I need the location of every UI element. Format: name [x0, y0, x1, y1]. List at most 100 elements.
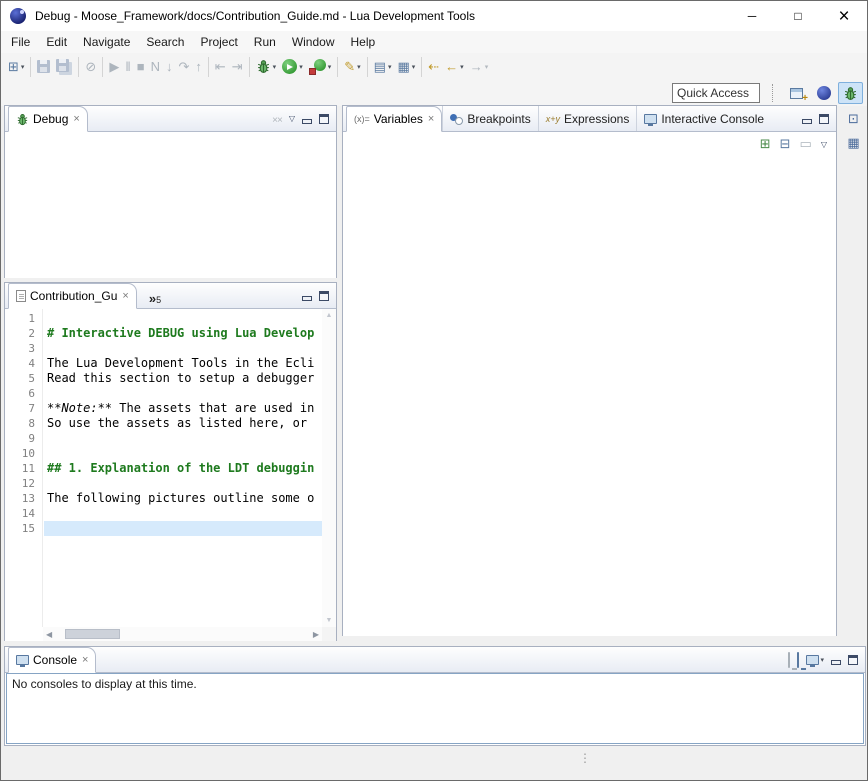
debug-perspective-icon	[843, 86, 858, 101]
step-over-button[interactable]: ↷	[175, 56, 192, 78]
menu-navigate[interactable]: Navigate	[75, 32, 138, 52]
code-line: # Interactive DEBUG using Lua Develop	[44, 326, 322, 341]
minimize-view-button[interactable]	[302, 291, 312, 301]
maximize-view-button[interactable]	[319, 114, 329, 124]
drop-to-frame-button[interactable]: ⇤	[212, 56, 229, 78]
terminate-button[interactable]: ■	[134, 56, 148, 78]
minimize-view-button[interactable]	[831, 655, 841, 665]
run-button[interactable]: ▾	[279, 56, 306, 78]
window-controls: ─ □ ×	[729, 1, 867, 31]
step-into-button[interactable]: ↓	[163, 56, 176, 78]
view-menu-icon[interactable]: ▽	[821, 140, 827, 149]
use-step-filters-button[interactable]: ⇥	[229, 56, 246, 78]
scroll-left-icon[interactable]: ◀	[46, 630, 52, 639]
maximize-view-button[interactable]	[319, 291, 329, 301]
open-element-button[interactable]: ▦▾	[394, 56, 418, 78]
debug-view-content[interactable]	[5, 132, 336, 278]
suspend-icon: ‖	[125, 60, 130, 73]
menu-window[interactable]: Window	[284, 32, 343, 52]
remove-all-terminated-button[interactable]: ××	[272, 112, 282, 126]
view-menu-icon[interactable]: ▽	[289, 114, 295, 123]
skip-all-breakpoints-button[interactable]: ⊘	[82, 56, 99, 78]
pin-view-button[interactable]: ▭	[800, 137, 812, 151]
external-tools-button[interactable]: ▾	[306, 56, 335, 78]
editor-horizontal-scrollbar[interactable]: ◀ ▶	[43, 627, 322, 641]
editor-tab-overflow[interactable]: » 5	[137, 292, 167, 308]
menu-run[interactable]: Run	[246, 32, 284, 52]
maximize-icon	[819, 114, 829, 124]
close-tab-icon[interactable]: ×	[122, 290, 128, 302]
code-line: The Lua Development Tools in the Ecli	[44, 356, 322, 371]
maximize-view-button[interactable]	[848, 655, 858, 665]
minimize-view-button[interactable]	[802, 114, 812, 124]
forward-icon: →	[470, 60, 483, 73]
maximize-icon: □	[794, 9, 801, 23]
close-tab-icon[interactable]: ×	[428, 113, 434, 125]
close-window-button[interactable]: ×	[821, 1, 867, 31]
scroll-down-icon[interactable]: ▼	[326, 617, 333, 624]
restore-view-button-2[interactable]: ▦	[843, 133, 865, 153]
tab-expressions[interactable]: x+y Expressions	[538, 106, 637, 131]
code-line: ## 1. Explanation of the LDT debuggin	[44, 461, 322, 476]
open-perspective-button[interactable]	[784, 82, 809, 104]
magic-wand-button[interactable]: ✎▾	[341, 56, 363, 78]
scroll-up-icon[interactable]: ▲	[326, 312, 333, 319]
hidden-editors-count: 5	[156, 295, 161, 305]
debug-perspective-button[interactable]	[838, 82, 863, 104]
step-return-button[interactable]: ↑	[192, 56, 205, 78]
resume-button[interactable]: ▶	[106, 56, 122, 78]
last-edit-location-button[interactable]: ⇠	[425, 56, 442, 78]
disconnect-button[interactable]: N	[148, 56, 163, 78]
menu-project[interactable]: Project	[192, 32, 245, 52]
scrollbar-thumb[interactable]	[65, 629, 120, 639]
back-button[interactable]: ←▾	[442, 56, 467, 78]
save-all-button[interactable]	[53, 56, 75, 78]
debug-button[interactable]: ▾	[253, 56, 280, 78]
display-selected-console-button[interactable]	[797, 653, 799, 667]
code-line	[44, 341, 322, 356]
run-icon	[282, 59, 297, 74]
new-wizard-button[interactable]: ⊞▾	[5, 56, 27, 78]
minimize-icon	[302, 114, 312, 124]
tab-breakpoints[interactable]: Breakpoints	[442, 106, 537, 131]
editor-vertical-scrollbar[interactable]: ▲ ▼	[322, 309, 336, 627]
tab-contribution-guide[interactable]: Contribution_Gu ×	[8, 283, 137, 309]
menu-search[interactable]: Search	[138, 32, 192, 52]
collapse-all-button[interactable]: ⊟	[780, 137, 791, 151]
pin-console-button[interactable]	[788, 653, 790, 667]
debug-bug-icon	[256, 59, 271, 74]
tab-variables[interactable]: (x)= Variables ×	[346, 106, 442, 132]
lua-perspective-button[interactable]	[811, 82, 836, 104]
minimize-view-button[interactable]	[302, 114, 312, 124]
suspend-button[interactable]: ‖	[122, 56, 133, 78]
code-line: So use the assets as listed here, or	[44, 416, 322, 431]
maximize-view-button[interactable]	[819, 114, 829, 124]
close-tab-icon[interactable]: ×	[82, 654, 88, 666]
tab-breakpoints-label: Breakpoints	[467, 112, 530, 126]
tab-debug[interactable]: Debug ×	[8, 106, 88, 132]
console-content[interactable]: No consoles to display at this time.	[6, 673, 864, 744]
menu-edit[interactable]: Edit	[38, 32, 75, 52]
code-area[interactable]: # Interactive DEBUG using Lua Develop Th…	[44, 309, 322, 627]
terminate-icon: ■	[137, 60, 145, 73]
minimize-window-button[interactable]: ─	[729, 1, 775, 31]
restore-view-button-1[interactable]: ⊡	[843, 109, 865, 129]
maximize-window-button[interactable]: □	[775, 1, 821, 31]
forward-button[interactable]: →▾	[467, 56, 492, 78]
tab-console[interactable]: Console ×	[8, 647, 96, 673]
menu-help[interactable]: Help	[343, 32, 384, 52]
close-tab-icon[interactable]: ×	[73, 113, 79, 125]
show-logical-structure-button[interactable]: ⊞	[760, 137, 771, 151]
sash-handle[interactable]: ⋮	[579, 751, 591, 765]
line-number-ruler[interactable]: 123456789101112131415	[5, 309, 43, 627]
open-console-button[interactable]: ▾	[806, 655, 824, 665]
scrollbar-track[interactable]	[55, 629, 310, 639]
save-button[interactable]	[34, 56, 53, 78]
scroll-right-icon[interactable]: ▶	[313, 630, 319, 639]
menu-file[interactable]: File	[3, 32, 38, 52]
toolbar-grip[interactable]	[772, 84, 774, 102]
quick-access-input[interactable]	[672, 83, 760, 103]
new-file-button[interactable]: ▤▾	[371, 56, 395, 78]
tab-interactive-console[interactable]: Interactive Console	[636, 106, 771, 131]
variables-view-content[interactable]	[343, 156, 836, 636]
